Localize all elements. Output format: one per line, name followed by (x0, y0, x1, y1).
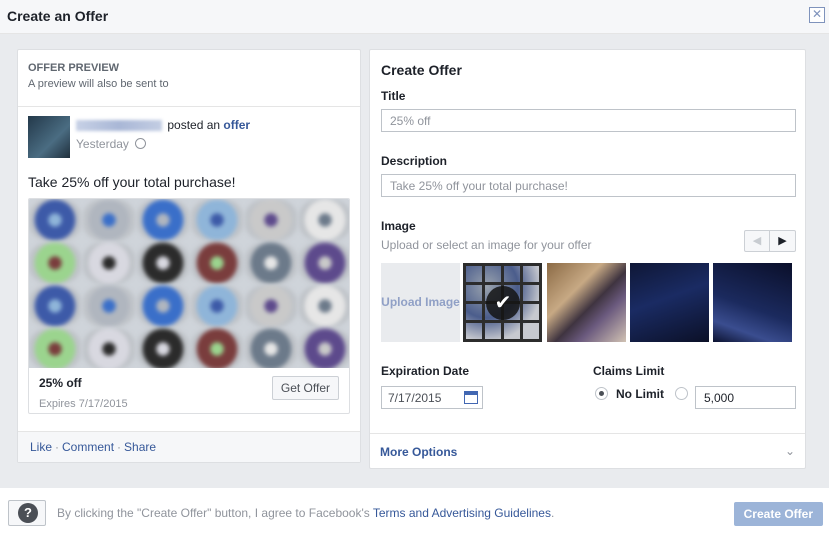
claims-limit-input[interactable] (695, 386, 796, 409)
post-text: Take 25% off your total purchase! (28, 174, 236, 190)
preview-heading: OFFER PREVIEW (28, 62, 120, 74)
checkmark-icon: ✔ (486, 286, 520, 320)
help-button[interactable]: ? (8, 500, 46, 526)
record-tile (245, 328, 297, 368)
claims-limit-label: Claims Limit (593, 364, 665, 378)
record-tile (191, 285, 243, 327)
custom-limit-radio[interactable] (675, 387, 688, 400)
preview-actions: Like · Comment · Share (18, 431, 360, 462)
record-tile (245, 285, 297, 327)
separator: · (117, 440, 122, 454)
post-preview: posted an offer Yesterday Take 25% off y… (18, 107, 360, 414)
disclaimer-text: By clicking the "Create Offer" button, I… (57, 506, 370, 520)
record-tile (29, 328, 81, 368)
dialog-header: Create an Offer ✕ (0, 0, 829, 34)
record-tile (83, 199, 135, 241)
offer-card: 25% off Expires 7/17/2015 Get Offer (28, 198, 350, 414)
posted-text: posted an (167, 118, 221, 132)
image-thumbnail[interactable] (630, 263, 709, 342)
expiration-date-value: 7/17/2015 (388, 391, 442, 405)
image-thumbnail-selected[interactable]: ✔ (463, 263, 542, 342)
create-offer-button[interactable]: Create Offer (733, 502, 823, 526)
upload-image-button[interactable]: Upload Image (381, 263, 460, 342)
preview-header: OFFER PREVIEW A preview will also be sen… (18, 50, 360, 107)
record-tile (83, 285, 135, 327)
create-offer-form: Create Offer Title Description Image Upl… (369, 49, 806, 469)
no-limit-label: No Limit (616, 387, 664, 401)
page-name-blurred (76, 120, 162, 132)
expiration-date-input[interactable]: 7/17/2015 (381, 386, 483, 409)
title-input[interactable] (381, 109, 796, 132)
calendar-icon[interactable] (464, 391, 478, 404)
help-icon: ? (18, 503, 38, 523)
title-label: Title (381, 89, 406, 103)
offer-link[interactable]: offer (223, 118, 250, 132)
dialog-footer: ? By clicking the "Create Offer" button,… (0, 488, 829, 538)
offer-preview-panel: OFFER PREVIEW A preview will also be sen… (17, 49, 361, 463)
description-label: Description (381, 154, 448, 168)
disclaimer-period: . (550, 506, 555, 520)
record-tile (299, 199, 349, 241)
record-tile (245, 199, 297, 241)
globe-icon (135, 138, 147, 149)
chevron-left-icon[interactable]: ◀ (745, 231, 770, 251)
image-pager: ◀ ▶ (744, 230, 796, 252)
record-tile (299, 242, 349, 284)
record-tile (299, 285, 349, 327)
dialog-title: Create an Offer (7, 8, 109, 24)
more-options-label: More Options (380, 445, 458, 459)
terms-disclaimer: By clicking the "Create Offer" button, I… (57, 506, 554, 520)
record-tile (245, 242, 297, 284)
post-time-text: Yesterday (76, 137, 129, 151)
image-thumbnail[interactable] (547, 263, 626, 342)
image-help: Upload or select an image for your offer (381, 238, 592, 252)
terms-link[interactable]: Terms and Advertising Guidelines (373, 506, 551, 520)
image-thumbnail[interactable] (713, 263, 792, 342)
record-tile (191, 328, 243, 368)
image-label: Image (381, 219, 416, 233)
like-link[interactable]: Like (30, 440, 52, 454)
preview-subheading: A preview will also be sent to (28, 78, 169, 90)
record-tile (83, 328, 135, 368)
record-tile (137, 285, 189, 327)
record-tile (137, 199, 189, 241)
record-tile (29, 285, 81, 327)
record-tile (137, 242, 189, 284)
record-tile (191, 199, 243, 241)
description-input[interactable] (381, 174, 796, 197)
comment-link[interactable]: Comment (62, 440, 114, 454)
share-link[interactable]: Share (124, 440, 156, 454)
record-tile (83, 242, 135, 284)
post-time: Yesterday (76, 137, 147, 151)
expiration-label: Expiration Date (381, 364, 470, 378)
no-limit-radio[interactable] (595, 387, 608, 400)
record-tile (191, 242, 243, 284)
separator: · (55, 440, 60, 454)
record-tile (29, 199, 81, 241)
chevron-down-icon: ⌄ (784, 444, 795, 458)
form-heading: Create Offer (381, 62, 462, 78)
avatar (28, 116, 70, 158)
get-offer-button[interactable]: Get Offer (271, 376, 339, 400)
dialog-body: OFFER PREVIEW A preview will also be sen… (0, 34, 829, 480)
more-options-toggle[interactable]: More Options ⌄ (370, 433, 805, 469)
chevron-right-icon[interactable]: ▶ (770, 231, 795, 251)
record-tile (299, 328, 349, 368)
close-icon[interactable]: ✕ (809, 7, 825, 23)
record-tile (29, 242, 81, 284)
poster-line: posted an offer (76, 118, 250, 132)
offer-image (29, 199, 349, 368)
record-tile (137, 328, 189, 368)
